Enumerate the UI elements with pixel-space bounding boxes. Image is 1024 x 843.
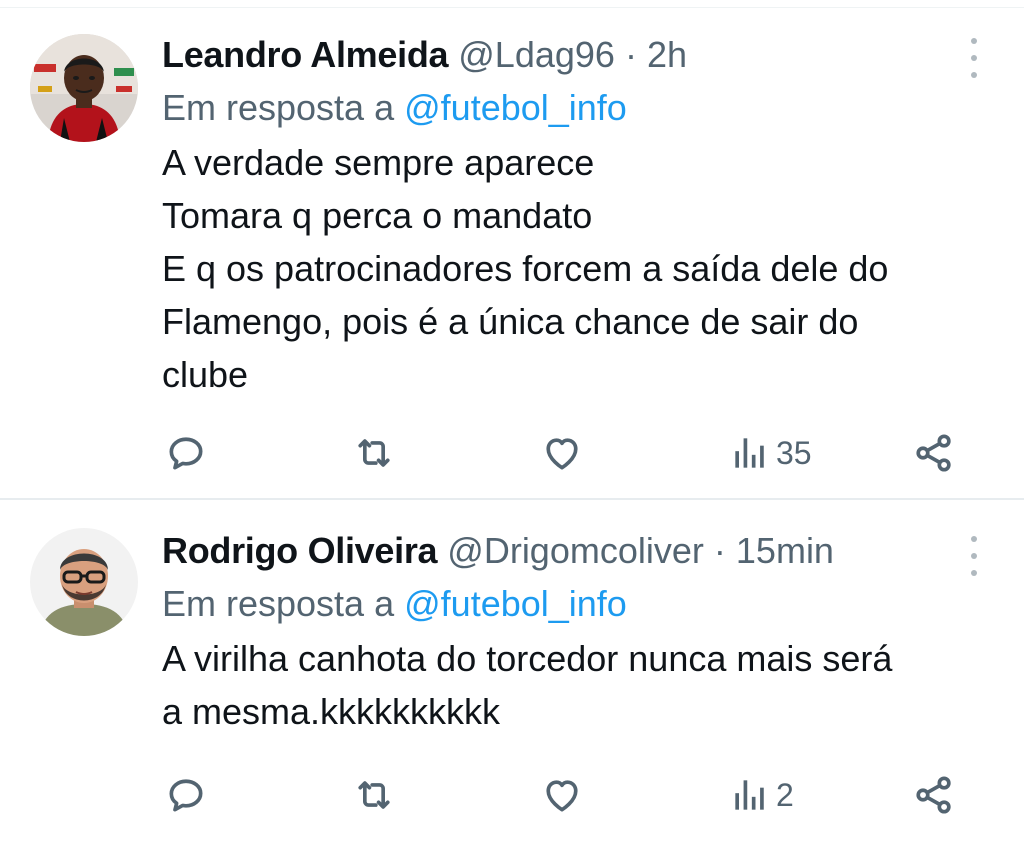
tweet-header: Leandro Almeida @Ldag96 · 2h (162, 28, 964, 82)
share-icon (916, 776, 951, 814)
tweet-text-line: E q os patrocinadores forcem a saída del… (162, 248, 889, 289)
more-icon[interactable] (968, 38, 980, 78)
reply-context: Em resposta a @futebol_info (162, 580, 964, 628)
reply-button[interactable] (164, 770, 208, 820)
share-icon (916, 434, 951, 472)
reply-icon (169, 779, 203, 812)
views-icon (735, 780, 764, 810)
author-name[interactable]: Leandro Almeida (162, 34, 449, 75)
heart-icon (546, 780, 578, 812)
retweet-button[interactable] (352, 770, 396, 820)
reply-icon (169, 437, 203, 470)
retweet-icon (358, 439, 390, 467)
reply-context: Em resposta a @futebol_info (162, 84, 964, 132)
views-icon (735, 438, 764, 468)
timestamp[interactable]: 15min (736, 530, 834, 571)
more-icon[interactable] (968, 536, 980, 576)
views-button[interactable]: 2 (728, 770, 794, 820)
tweet-content: Rodrigo Oliveira @Drigomcoliver · 15min … (162, 524, 964, 738)
share-button[interactable] (912, 428, 956, 478)
views-count: 2 (776, 777, 794, 813)
avatar-photo-icon (30, 528, 138, 636)
views-count: 35 (776, 435, 812, 471)
heart-icon (546, 438, 578, 470)
author-handle[interactable]: @Ldag96 (458, 34, 615, 75)
reply-mention-link[interactable]: @futebol_info (404, 583, 627, 624)
like-button[interactable] (540, 770, 584, 820)
tweet-item[interactable]: Rodrigo Oliveira @Drigomcoliver · 15min … (0, 502, 1024, 843)
reply-prefix: Em resposta a (162, 583, 395, 624)
reply-mention-link[interactable]: @futebol_info (404, 87, 627, 128)
separator-dot: · (624, 34, 637, 75)
author-name[interactable]: Rodrigo Oliveira (162, 530, 438, 571)
tweet-text-line: A virilha canhota do torcedor nunca mais… (162, 638, 893, 679)
retweet-button[interactable] (352, 428, 396, 478)
views-button[interactable]: 35 (728, 428, 812, 478)
separator-dot: · (713, 530, 726, 571)
avatar[interactable] (30, 528, 138, 636)
tweet-text-line: A verdade sempre aparece (162, 142, 595, 183)
author-handle[interactable]: @Drigomcoliver (447, 530, 704, 571)
tweet-text: A virilha canhota do torcedor nunca mais… (162, 632, 964, 738)
tweet-content: Leandro Almeida @Ldag96 · 2h Em resposta… (162, 28, 964, 401)
reply-prefix: Em resposta a (162, 87, 395, 128)
tweet-text-line: Flamengo, pois é a única chance de sair … (162, 301, 859, 342)
tweet-actions: 2 (162, 770, 974, 820)
retweet-icon (358, 781, 390, 809)
tweet-text: A verdade sempre aparece Tomara q perca … (162, 136, 964, 401)
tweet-text-line: a mesma.kkkkkkkkkk (162, 691, 501, 732)
avatar-photo-icon (30, 34, 138, 142)
tweet-actions: 35 (162, 428, 974, 478)
share-button[interactable] (912, 770, 956, 820)
avatar[interactable] (30, 34, 138, 142)
like-button[interactable] (540, 428, 584, 478)
top-divider (0, 0, 1024, 8)
timestamp[interactable]: 2h (647, 34, 687, 75)
tweet-item[interactable]: Leandro Almeida @Ldag96 · 2h Em resposta… (0, 8, 1024, 500)
reply-button[interactable] (164, 428, 208, 478)
tweet-header: Rodrigo Oliveira @Drigomcoliver · 15min (162, 524, 964, 578)
tweet-text-line: clube (162, 354, 249, 395)
tweet-text-line: Tomara q perca o mandato (162, 195, 593, 236)
